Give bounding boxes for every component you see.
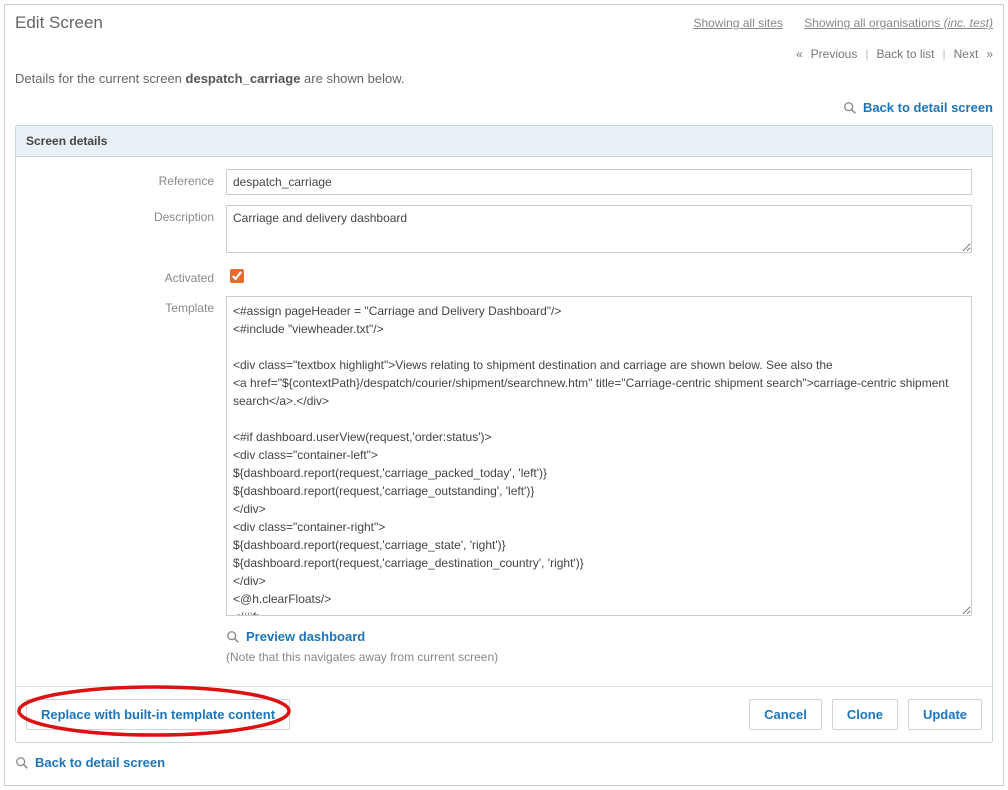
panel-body: Reference Description Activated Template [16,157,992,686]
preview-note: (Note that this navigates away from curr… [226,650,972,664]
page-container: Edit Screen Showing all sites Showing al… [4,4,1004,786]
page-title: Edit Screen [15,13,103,33]
row-description: Description [26,205,982,256]
pager-next-chevrons: » [986,47,993,61]
label-activated: Activated [26,266,226,285]
reference-input[interactable] [226,169,972,195]
pager-prev-chevrons: « [796,47,803,61]
activated-checkbox[interactable] [230,269,244,283]
back-to-detail-link[interactable]: Back to detail screen [863,100,993,115]
detail-suffix: are shown below. [300,71,404,86]
pager-nav: « Previous | Back to list | Next » [15,41,993,67]
pager-next[interactable]: Next [954,47,979,61]
cancel-button[interactable]: Cancel [749,699,822,730]
panel-header: Screen details [16,126,992,157]
screen-details-panel: Screen details Reference Description Act… [15,125,993,743]
pager-previous[interactable]: Previous [811,47,858,61]
replace-button[interactable]: Replace with built-in template content [26,699,290,730]
magnifier-icon [843,101,857,115]
pager-back-to-list[interactable]: Back to list [876,47,934,61]
action-buttons: Cancel Clone Update [749,699,982,730]
preview-dashboard-link[interactable]: Preview dashboard [246,629,365,644]
showing-sites-link[interactable]: Showing all sites [693,16,782,30]
label-template: Template [26,296,226,315]
description-input[interactable] [226,205,972,253]
showing-orgs-link[interactable]: Showing all organisations (inc. test) [804,16,993,30]
replace-button-wrap: Replace with built-in template content [26,699,290,730]
panel-footer: Replace with built-in template content C… [16,686,992,742]
detail-name: despatch_carriage [186,71,301,86]
showing-orgs-text: Showing all organisations [804,16,940,30]
header: Edit Screen Showing all sites Showing al… [15,9,993,41]
update-button[interactable]: Update [908,699,982,730]
detail-prefix: Details for the current screen [15,71,186,86]
clone-button[interactable]: Clone [832,699,898,730]
sep: | [943,47,946,61]
row-template: Template Preview dashboard (Note that th… [26,296,982,664]
label-reference: Reference [26,169,226,188]
showing-orgs-suffix: (inc. test) [944,16,993,30]
sep: | [865,47,868,61]
back-link-top: Back to detail screen [15,100,993,125]
magnifier-icon [226,630,240,644]
header-links: Showing all sites Showing all organisati… [675,16,993,30]
label-description: Description [26,205,226,224]
row-activated: Activated [26,266,982,286]
row-reference: Reference [26,169,982,195]
detail-line: Details for the current screen despatch_… [15,67,993,100]
template-input[interactable] [226,296,972,616]
